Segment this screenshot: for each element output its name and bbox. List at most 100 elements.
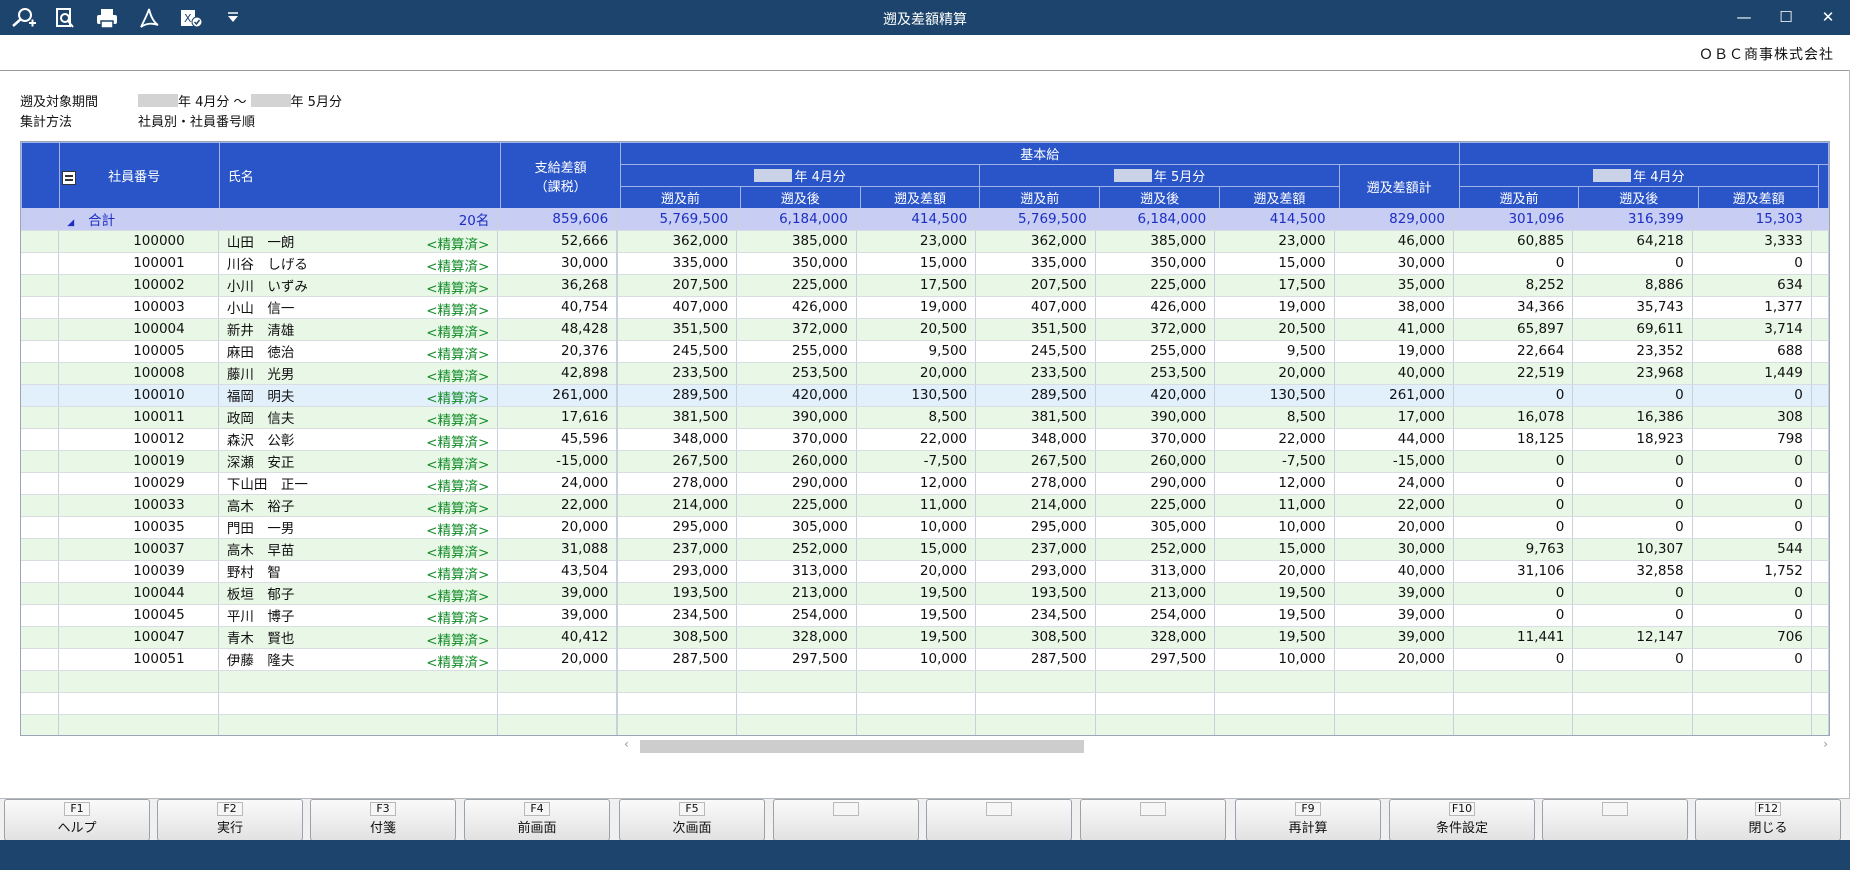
status-label: <精算済>	[426, 236, 490, 252]
value-cell: 305,000	[736, 516, 857, 539]
fkey-number: F9	[1295, 802, 1321, 816]
close-button[interactable]: ✕	[1816, 6, 1840, 28]
collapse-triangle-icon[interactable]: ◢	[67, 218, 74, 228]
header-overflow	[1817, 164, 1829, 209]
value-cell: 362,000	[975, 230, 1096, 253]
value-cell: 30,000	[1334, 252, 1454, 275]
emp-no-cell: 100010	[58, 384, 219, 407]
total-value-cell: 301,096	[1453, 208, 1574, 231]
table-row[interactable]: 100003 小山 信一 <精算済> 40,754 407,000 426,000 19,0…	[21, 296, 1829, 319]
overflow-cell	[1811, 296, 1829, 319]
fkey-f1[interactable]: F1 ヘルプ	[4, 799, 150, 841]
table-row[interactable]: 100012 森沢 公彰 <精算済> 45,596 348,000 370,000 22,0…	[21, 428, 1829, 451]
value-cell: 335,000	[617, 252, 738, 275]
table-row[interactable]: 100005 麻田 徳治 <精算済> 20,376 245,500 255,000 9,50…	[21, 340, 1829, 363]
status-label: <精算済>	[426, 346, 490, 362]
header-after[interactable]: 遡及後	[739, 186, 861, 209]
total-value-cell: 316,399	[1572, 208, 1693, 231]
fkey-f5[interactable]: F5 次画面	[619, 799, 765, 841]
fkey-f4[interactable]: F4 前画面	[464, 799, 610, 841]
fkey-f9[interactable]: F9 再計算	[1235, 799, 1381, 841]
value-cell: 0	[1572, 582, 1693, 605]
table-row[interactable]: 100004 新井 清雄 <精算済> 48,428 351,500 372,000 20,5…	[21, 318, 1829, 341]
scroll-left-icon[interactable]: ‹	[624, 737, 629, 751]
value-cell: 39,000	[1334, 582, 1454, 605]
header-diff[interactable]: 遡及差額	[1698, 186, 1819, 209]
table-row[interactable]: 100047 青木 賢也 <精算済> 40,412 308,500 328,000 19,5…	[21, 626, 1829, 649]
fkey-f12[interactable]: F12 閉じる	[1695, 799, 1841, 841]
fkey-f2[interactable]: F2 実行	[157, 799, 303, 841]
table-row[interactable]: 100045 平川 博子 <精算済> 39,000 234,500 254,000 19,5…	[21, 604, 1829, 627]
value-cell: 15,000	[856, 538, 977, 561]
table-row[interactable]: 100044 板垣 郁子 <精算済> 39,000 193,500 213,000 19,5…	[21, 582, 1829, 605]
emp-no-cell: 100004	[58, 318, 219, 341]
header-diff[interactable]: 遡及差額	[1218, 186, 1340, 209]
fkey-empty[interactable]	[773, 799, 919, 841]
fkey-empty[interactable]	[1080, 799, 1226, 841]
table-row[interactable]: 100001 川谷 しげる <精算済> 30,000 335,000 350,000 15,…	[21, 252, 1829, 275]
value-cell: 16,078	[1453, 406, 1574, 429]
overflow-cell	[1811, 538, 1829, 561]
header-before[interactable]: 遡及前	[979, 186, 1101, 209]
horizontal-scrollbar[interactable]: ‹ ›	[622, 737, 1830, 753]
total-value-cell: 829,000	[1334, 208, 1454, 231]
header-pay-diff[interactable]: 支給差額 （課税）	[500, 142, 621, 209]
table-row[interactable]: 100029 下山田 正一 <精算済> 24,000 278,000 290,000 12,…	[21, 472, 1829, 495]
value-cell: 0	[1453, 384, 1574, 407]
empty-row[interactable]	[21, 670, 1829, 693]
header-after[interactable]: 遡及後	[1578, 186, 1700, 209]
table-row[interactable]: 100000 山田 一朗 <精算済> 52,666 362,000 385,000 23,0…	[21, 230, 1829, 253]
header-name[interactable]: 氏名	[218, 142, 502, 209]
empty-row[interactable]	[21, 714, 1829, 735]
value-cell: 234,500	[617, 604, 738, 627]
result-grid[interactable]: 社員番号 氏名 支給差額 （課税） 基本給 年 4月分 年 5月分 遡及差額計 年…	[20, 141, 1830, 736]
table-row[interactable]: 100035 門田 一男 <精算済> 20,000 295,000 305,000 10,0…	[21, 516, 1829, 539]
overflow-cell	[1811, 516, 1829, 539]
table-row[interactable]: 100011 政岡 信夫 <精算済> 17,616 381,500 390,000 8,50…	[21, 406, 1829, 429]
empty-row[interactable]	[21, 692, 1829, 715]
row-indicator	[21, 582, 60, 605]
empty-cell	[1572, 714, 1693, 735]
value-cell: 253,500	[1095, 362, 1216, 385]
header-before[interactable]: 遡及前	[1458, 186, 1580, 209]
value-cell: 278,000	[975, 472, 1096, 495]
status-label: <精算済>	[426, 280, 490, 296]
table-row[interactable]: 100002 小川 いずみ <精算済> 36,268 207,500 225,000 17,…	[21, 274, 1829, 297]
scroll-right-icon[interactable]: ›	[1823, 737, 1828, 751]
table-row[interactable]: 100033 高木 裕子 <精算済> 22,000 214,000 225,000 11,0…	[21, 494, 1829, 517]
header-diff-total[interactable]: 遡及差額計	[1338, 164, 1460, 209]
scroll-thumb[interactable]	[640, 740, 1084, 753]
empty-cell	[1572, 692, 1693, 715]
header-emp-no[interactable]: 社員番号	[58, 142, 220, 209]
value-cell: 0	[1572, 384, 1693, 407]
value-cell: 0	[1572, 494, 1693, 517]
emp-no-cell: 100019	[58, 450, 219, 473]
fkey-f10[interactable]: F10 条件設定	[1389, 799, 1535, 841]
value-cell: 308	[1692, 406, 1812, 429]
table-row[interactable]: 100051 伊藤 隆夫 <精算済> 20,000 287,500 297,500 10,0…	[21, 648, 1829, 671]
table-row[interactable]: 100008 藤川 光男 <精算済> 42,898 233,500 253,500 20,0…	[21, 362, 1829, 385]
fkey-empty[interactable]	[1542, 799, 1688, 841]
header-diff[interactable]: 遡及差額	[859, 186, 981, 209]
table-row[interactable]: 100019 深瀬 安正 <精算済> -15,000 267,500 260,000 -7,…	[21, 450, 1829, 473]
empty-cell	[21, 670, 60, 693]
fkey-f3[interactable]: F3 付箋	[310, 799, 456, 841]
value-cell: 20,000	[1214, 560, 1335, 583]
value-cell: 213,000	[1095, 582, 1216, 605]
table-row[interactable]: 100039 野村 智 <精算済> 43,504 293,000 313,000 20,00…	[21, 560, 1829, 583]
value-cell: 1,449	[1692, 362, 1812, 385]
maximize-button[interactable]: ☐	[1774, 6, 1798, 28]
fkey-empty[interactable]	[926, 799, 1072, 841]
table-row[interactable]: 100037 高木 早苗 <精算済> 31,088 237,000 252,000 15,0…	[21, 538, 1829, 561]
total-row[interactable]: ◢ 合計 20名 859,606 5,769,500 6,184,000 414,500 5,…	[21, 208, 1829, 231]
header-before[interactable]: 遡及前	[620, 186, 741, 209]
value-cell: 24,000	[497, 472, 619, 495]
table-row[interactable]: 100010 福岡 明夫 <精算済> 261,000 289,500 420,000 130…	[21, 384, 1829, 407]
expand-collapse-icon[interactable]	[61, 170, 76, 185]
empty-cell	[975, 670, 1096, 693]
header-group-next	[1458, 142, 1829, 165]
emp-name: 森沢 公彰	[226, 433, 295, 449]
header-after[interactable]: 遡及後	[1099, 186, 1220, 209]
minimize-button[interactable]: —	[1732, 6, 1756, 28]
overflow-cell	[1811, 252, 1829, 275]
